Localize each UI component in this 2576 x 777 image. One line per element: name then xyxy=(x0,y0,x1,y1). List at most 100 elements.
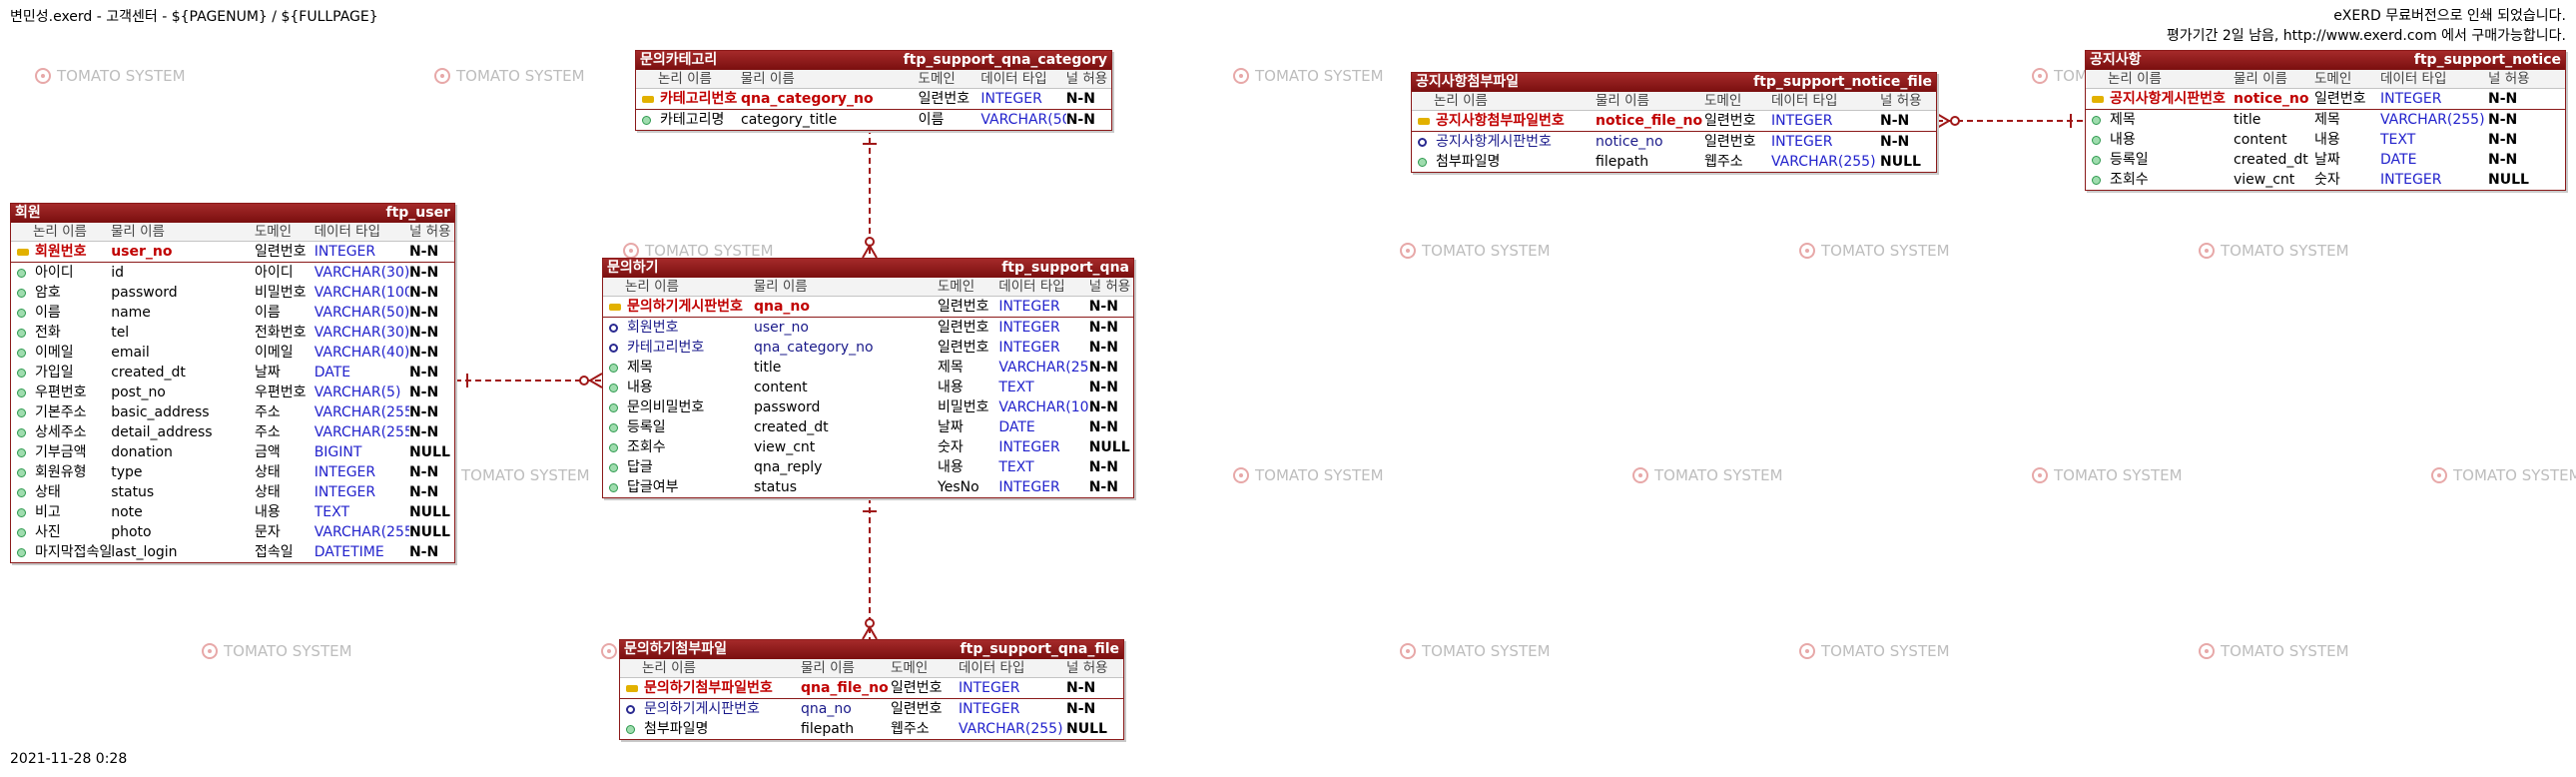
attribute-dom: 아이디 xyxy=(254,265,294,281)
entity-notice-file[interactable]: 공지사항첨부파일 ftp_support_notice_file 논리 이름 물리 이… xyxy=(1411,72,1937,173)
attribute-row[interactable]: 전화 tel 전화번호 VARCHAR(30) N-N xyxy=(11,323,454,343)
attribute-row[interactable]: 아이디 id 아이디 VARCHAR(30) N-N xyxy=(11,263,454,283)
entity-title-bar[interactable]: 문의카테고리 ftp_support_qna_category xyxy=(636,51,1111,70)
attribute-type: VARCHAR(255) xyxy=(314,424,409,440)
attribute-log: 등록일 xyxy=(2086,150,2234,170)
attribute-type: INTEGER xyxy=(2380,91,2442,107)
attribute-section: 카테고리명 category_title 이름 VARCHAR(50)N-N xyxy=(636,110,1111,130)
attribute-row[interactable]: 상태 status 상태 INTEGER N-N xyxy=(11,482,454,502)
attribute-row[interactable]: 첨부파일명 filepath 웹주소 VARCHAR(255) NULL xyxy=(1412,152,1936,172)
attribute-nul: N-N xyxy=(1088,340,1118,356)
attribute-phy: email xyxy=(111,345,150,361)
attribute-logical-name: 카테고리명 xyxy=(660,112,725,128)
attribute-row[interactable]: 문의하기게시판번호 qna_no 일련번호 INTEGER N-N xyxy=(620,699,1123,719)
attribute-nul: N-N xyxy=(1088,299,1118,315)
entity-qna[interactable]: 문의하기 ftp_support_qna 논리 이름 물리 이름 도메인 데이터 타입 널 … xyxy=(602,258,1134,498)
attribute-row[interactable]: 암호 password 비밀번호 VARCHAR(100) N-N xyxy=(11,283,454,303)
entity-title-bar[interactable]: 회원 ftp_user xyxy=(11,204,454,223)
attribute-row[interactable]: 가입일 created_dt 날짜 DATE N-N xyxy=(11,363,454,383)
entity-title-bar[interactable]: 공지사항 ftp_support_notice xyxy=(2086,51,2565,70)
attribute-dom: 내용 xyxy=(2314,132,2340,148)
attribute-log: 회원번호 xyxy=(603,318,754,338)
attribute-icon xyxy=(17,349,26,358)
attribute-type: INTEGER xyxy=(998,479,1060,495)
entity-user[interactable]: 회원 ftp_user 논리 이름 물리 이름 도메인 데이터 타입 널 허용 회원번호 use… xyxy=(10,203,455,563)
attribute-row[interactable]: 내용 content 내용 TEXT N-N xyxy=(2086,130,2565,150)
attribute-type: TEXT xyxy=(998,380,1034,395)
attribute-dom: 일련번호 xyxy=(1704,134,1756,150)
attribute-log: 기본주소 xyxy=(11,402,111,422)
attribute-row[interactable]: 문의비밀번호 password 비밀번호 VARCHAR(100)N-N xyxy=(603,397,1133,417)
attribute-row[interactable]: 마지막접속일 last_login 접속일 DATETIME N-N xyxy=(11,542,454,562)
attribute-row[interactable]: 첨부파일명 filepath 웹주소 VARCHAR(255) NULL xyxy=(620,719,1123,739)
attribute-phy: tel xyxy=(111,325,130,341)
attribute-row[interactable]: 문의하기게시판번호 qna_no 일련번호 INTEGER N-N xyxy=(603,297,1133,317)
column-header-nul: 널 허용 xyxy=(408,224,451,240)
attribute-dom: 숫자 xyxy=(938,439,964,455)
attribute-nul: N-N xyxy=(408,365,439,381)
attribute-row[interactable]: 등록일 created_dt 날짜 DATE N-N xyxy=(2086,150,2565,170)
entity-title-bar[interactable]: 문의하기 ftp_support_qna xyxy=(603,259,1133,278)
entity-table-name: ftp_support_qna_category xyxy=(903,52,1107,68)
column-header-row: 논리 이름 물리 이름 도메인 데이터 타입 널 허용 xyxy=(1412,92,1936,111)
column-header-phy: 물리 이름 xyxy=(110,224,165,240)
entity-category[interactable]: 문의카테고리 ftp_support_qna_category 논리 이름 물리 이름… xyxy=(635,50,1112,131)
attribute-row[interactable]: 우편번호 post_no 우편번호 VARCHAR(5) N-N xyxy=(11,383,454,402)
attribute-row[interactable]: 사진 photo 문자 VARCHAR(255) NULL xyxy=(11,522,454,542)
attribute-row[interactable]: 조회수 view_cnt 숫자 INTEGER NULL xyxy=(603,437,1133,457)
attribute-row[interactable]: 카테고리번호 qna_category_no 일련번호 INTEGER N-N xyxy=(603,338,1133,358)
attribute-dom: 일련번호 xyxy=(938,299,989,315)
column-header-type: 데이터 타입 xyxy=(2380,71,2447,87)
primary-key-section: 문의하기첨부파일번호 qna_file_no 일련번호 INTEGER N-N xyxy=(620,678,1123,699)
attribute-row[interactable]: 등록일 created_dt 날짜 DATE N-N xyxy=(603,417,1133,437)
attribute-row[interactable]: 문의하기첨부파일번호 qna_file_no 일련번호 INTEGER N-N xyxy=(620,678,1123,698)
attribute-dom: 상태 xyxy=(254,484,281,500)
attribute-type: INTEGER xyxy=(314,464,376,480)
attribute-row[interactable]: 이메일 email 이메일 VARCHAR(40) N-N xyxy=(11,343,454,363)
attribute-logical-name: 문의비밀번호 xyxy=(627,399,705,415)
attribute-row[interactable]: 기부금액 donation 금액 BIGINT NULL xyxy=(11,442,454,462)
attribute-icon xyxy=(609,384,618,392)
attribute-type: VARCHAR(255) xyxy=(959,721,1063,737)
entity-qna-file[interactable]: 문의하기첨부파일 ftp_support_qna_file 논리 이름 물리 이름 도메… xyxy=(619,639,1124,740)
attribute-nul: N-N xyxy=(1066,680,1096,696)
attribute-phy: basic_address xyxy=(111,404,210,420)
entity-notice[interactable]: 공지사항 ftp_support_notice 논리 이름 물리 이름 도메인 데이터 타… xyxy=(2085,50,2566,191)
attribute-row[interactable]: 답글여부 status YesNo INTEGER N-N xyxy=(603,477,1133,497)
attribute-nul: N-N xyxy=(2488,132,2518,148)
attribute-row[interactable]: 회원번호 user_no 일련번호 INTEGER N-N xyxy=(11,242,454,262)
attribute-row[interactable]: 카테고리번호 qna_category_no 일련번호 INTEGER N-N xyxy=(636,89,1111,109)
attribute-type: VARCHAR(100) xyxy=(314,285,409,301)
attribute-row[interactable]: 회원번호 user_no 일련번호 INTEGER N-N xyxy=(603,318,1133,338)
attribute-row[interactable]: 공지사항첨부파일번호 notice_file_no 일련번호 INTEGER N-N xyxy=(1412,111,1936,131)
column-header-phy: 물리 이름 xyxy=(753,279,808,295)
primary-key-section: 공지사항게시판번호 notice_no 일련번호 INTEGER N-N xyxy=(2086,89,2565,110)
primary-key-section: 카테고리번호 qna_category_no 일련번호 INTEGER N-N xyxy=(636,89,1111,110)
attribute-nul: NULL xyxy=(1880,154,1921,170)
attribute-row[interactable]: 답글 qna_reply 내용 TEXT N-N xyxy=(603,457,1133,477)
attribute-row[interactable]: 기본주소 basic_address 주소 VARCHAR(255) N-N xyxy=(11,402,454,422)
attribute-row[interactable]: 제목 title 제목 VARCHAR(255)N-N xyxy=(603,358,1133,378)
attribute-row[interactable]: 내용 content 내용 TEXT N-N xyxy=(603,378,1133,397)
foreign-key-icon xyxy=(626,705,635,714)
attribute-row[interactable]: 비고 note 내용 TEXT NULL xyxy=(11,502,454,522)
attribute-nul: N-N xyxy=(1066,701,1096,717)
column-header-phy: 물리 이름 xyxy=(740,71,795,87)
entity-title-bar[interactable]: 공지사항첨부파일 ftp_support_notice_file xyxy=(1412,73,1936,92)
attribute-dom: 문자 xyxy=(254,524,281,540)
attribute-icon xyxy=(17,548,26,557)
attribute-logical-name: 첨부파일명 xyxy=(644,721,709,737)
attribute-row[interactable]: 이름 name 이름 VARCHAR(50) N-N xyxy=(11,303,454,323)
attribute-icon xyxy=(1418,158,1427,167)
attribute-row[interactable]: 카테고리명 category_title 이름 VARCHAR(50)N-N xyxy=(636,110,1111,130)
attribute-row[interactable]: 상세주소 detail_address 주소 VARCHAR(255) N-N xyxy=(11,422,454,442)
attribute-section: 제목 title 제목 VARCHAR(255) N-N 내용 content 내용 TEXT N… xyxy=(2086,110,2565,190)
attribute-row[interactable]: 공지사항게시판번호 notice_no 일련번호 INTEGER N-N xyxy=(1412,132,1936,152)
attribute-row[interactable]: 조회수 view_cnt 숫자 INTEGER NULL xyxy=(2086,170,2565,190)
attribute-icon xyxy=(17,289,26,298)
attribute-row[interactable]: 공지사항게시판번호 notice_no 일련번호 INTEGER N-N xyxy=(2086,89,2565,109)
attribute-row[interactable]: 제목 title 제목 VARCHAR(255)N-N xyxy=(2086,110,2565,130)
attribute-row[interactable]: 회원유형 type 상태 INTEGER N-N xyxy=(11,462,454,482)
entity-title-bar[interactable]: 문의하기첨부파일 ftp_support_qna_file xyxy=(620,640,1123,659)
attribute-log: 카테고리번호 xyxy=(636,89,741,109)
